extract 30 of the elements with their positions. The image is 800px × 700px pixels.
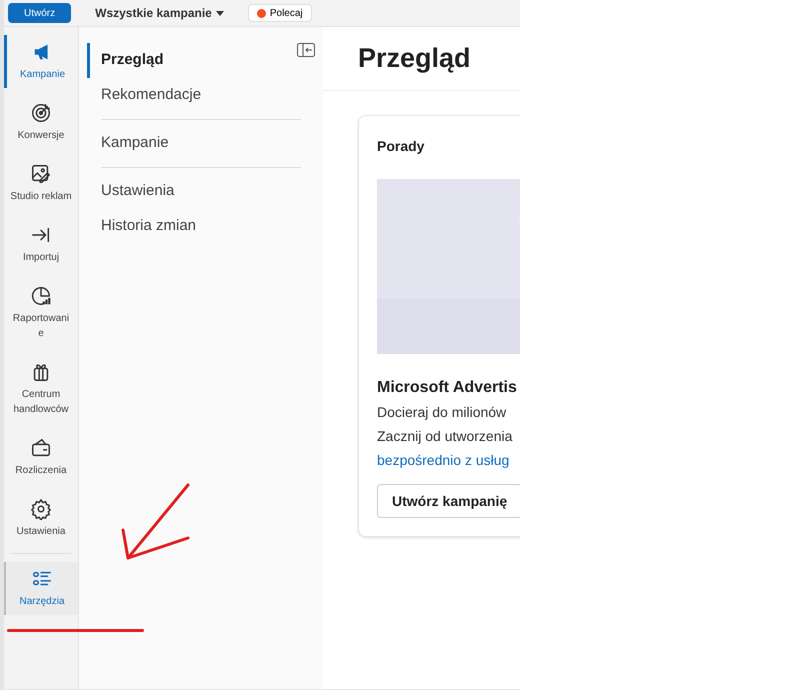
subnav-item[interactable]: Przegląd <box>87 43 164 78</box>
rail-item[interactable]: Narzędzia <box>4 562 78 615</box>
card-text: Docieraj do milionów <box>377 403 508 422</box>
rail-item[interactable]: Konwersje <box>4 96 78 149</box>
create-campaign-button[interactable]: Utwórz kampanię <box>377 484 520 518</box>
card-heading: Microsoft Advertis <box>377 378 518 398</box>
campaign-picker[interactable]: Wszystkie kampanie <box>95 4 224 22</box>
page-title: Przegląd <box>358 42 471 76</box>
card-text: Zacznij od utworzenia <box>377 427 514 446</box>
rail-item[interactable]: Importuj <box>4 218 78 271</box>
settings-icon <box>30 498 52 520</box>
card-title: Porady <box>377 137 426 156</box>
card-link[interactable]: bezpośrednio z usług <box>377 448 520 472</box>
rail-item[interactable]: Rozliczenia <box>4 431 78 484</box>
create-button[interactable]: Utwórz <box>8 3 72 23</box>
wallet-icon <box>30 437 52 459</box>
rail-item[interactable]: Ustawienia <box>4 492 78 545</box>
rail-item[interactable]: Studio reklam <box>4 157 78 210</box>
subnav-item[interactable]: Rekomendacje <box>87 78 202 113</box>
pie-chart-icon <box>30 285 52 307</box>
subnav-item[interactable]: Historia zmian <box>87 209 196 244</box>
refer-button[interactable]: Polecaj <box>248 4 312 22</box>
rail-item[interactable]: Centrum handlowców <box>4 355 78 423</box>
target-icon <box>30 102 52 124</box>
image-edit-icon <box>30 163 52 185</box>
subnav-item[interactable]: Ustawienia <box>87 174 174 209</box>
collapse-panel-icon[interactable] <box>297 43 315 57</box>
caret-icon <box>216 10 224 16</box>
rail-item[interactable]: Raportowani e <box>4 279 78 347</box>
subnav-item[interactable]: Kampanie <box>87 126 169 161</box>
